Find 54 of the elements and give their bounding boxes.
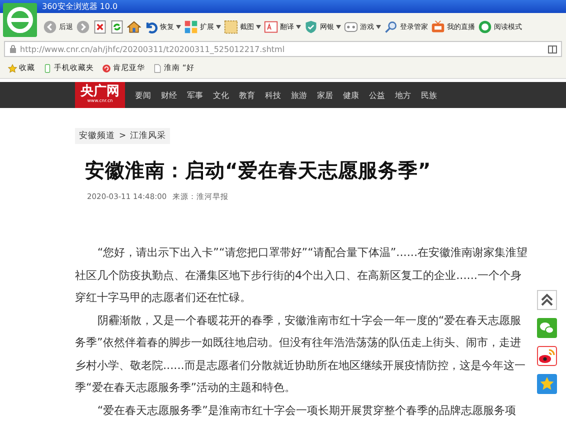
address-bar[interactable]: http://www.cnr.cn/ah/jhfc/20200311/t20200311_525012217.shtml xyxy=(4,41,562,57)
nav-link[interactable]: 旅游 xyxy=(291,90,307,100)
grid-icon xyxy=(184,20,198,34)
nav-link[interactable]: 公益 xyxy=(369,90,385,100)
wechat-icon[interactable] xyxy=(537,318,557,338)
reader-icon xyxy=(478,20,492,34)
nav-link[interactable]: 健康 xyxy=(343,90,359,100)
back-icon xyxy=(43,20,57,34)
nav-link[interactable]: 地方 xyxy=(395,90,411,100)
article-title: 安徽淮南：启动“爱在春天志愿服务季” xyxy=(85,158,432,184)
nav-link[interactable]: 要闻 xyxy=(135,90,151,100)
breadcrumb-item[interactable]: 江淮风采 xyxy=(130,130,166,142)
home-icon xyxy=(127,20,141,34)
browser-logo-icon xyxy=(3,3,37,37)
gamepad-icon xyxy=(344,20,358,34)
breadcrumb-item[interactable]: 安徽频道 xyxy=(79,130,115,142)
lock-icon xyxy=(9,45,17,53)
reader-view-icon[interactable] xyxy=(548,44,557,54)
caret-icon xyxy=(216,24,221,28)
weibo-icon[interactable] xyxy=(537,346,557,366)
tv-icon xyxy=(431,20,445,34)
swirl-icon xyxy=(102,64,111,72)
shield-icon xyxy=(304,20,318,34)
scroll-top-icon[interactable] xyxy=(537,290,557,310)
page-icon xyxy=(153,64,162,72)
caret-icon xyxy=(256,24,261,28)
home-button[interactable] xyxy=(126,20,142,34)
nav-link[interactable]: 教育 xyxy=(239,90,255,100)
caret-icon xyxy=(336,24,341,28)
translate-icon xyxy=(264,20,278,34)
nav-link[interactable]: 家居 xyxy=(317,90,333,100)
caret-icon xyxy=(176,24,181,28)
nav-link[interactable]: 科技 xyxy=(265,90,281,100)
stop-button[interactable] xyxy=(92,20,108,34)
window-title: 360安全浏览器 10.0 xyxy=(42,1,118,12)
undo-icon xyxy=(144,20,158,34)
article-paragraph: 阴霾渐散，又是一个春暖花开的春季，安徽淮南市红十字会一年一度的“爱在春天志愿服务季”依然伴着春的脚步一如既往地启动。但没有往年浩浩荡荡的队伍走上街头、闹市，走进乡村小学、敬老院......而是志愿者们分散就近协助所在地区继续开展疫情防控，这是今年这一季“爱在春天志愿服务季”活动的主题和特色。 xyxy=(75,312,526,396)
forward-icon xyxy=(76,20,90,34)
star-icon xyxy=(8,64,17,72)
close-icon xyxy=(93,20,107,34)
breadcrumb-item[interactable]: > xyxy=(119,131,126,141)
caret-icon xyxy=(376,24,381,28)
refresh-button[interactable] xyxy=(109,20,125,34)
caret-icon xyxy=(296,24,301,28)
nav-link[interactable]: 军事 xyxy=(187,90,203,100)
search-icon xyxy=(384,20,398,34)
refresh-icon xyxy=(110,20,124,34)
phone-icon xyxy=(43,64,52,72)
nav-link[interactable]: 文化 xyxy=(213,90,229,100)
article-paragraph: “您好，请出示下出入卡”“请您把口罩带好”“请配合量下体温”......在安徽淮南谢家集淮望社区几个防疫执勤点、在潘集区地下步行街的4个出入口、在高新区复工的企业......一个个身穿红十字马甲的志愿者们还在忙碌。 xyxy=(75,245,529,306)
nav-link[interactable]: 财经 xyxy=(161,90,177,100)
screenshot-icon xyxy=(224,20,238,34)
nav-link[interactable]: 民族 xyxy=(421,90,437,100)
article-paragraph: “爱在春天志愿服务季”是淮南市红十字会一项长期开展贯穿整个春季的品牌志愿服务项 xyxy=(96,402,517,418)
